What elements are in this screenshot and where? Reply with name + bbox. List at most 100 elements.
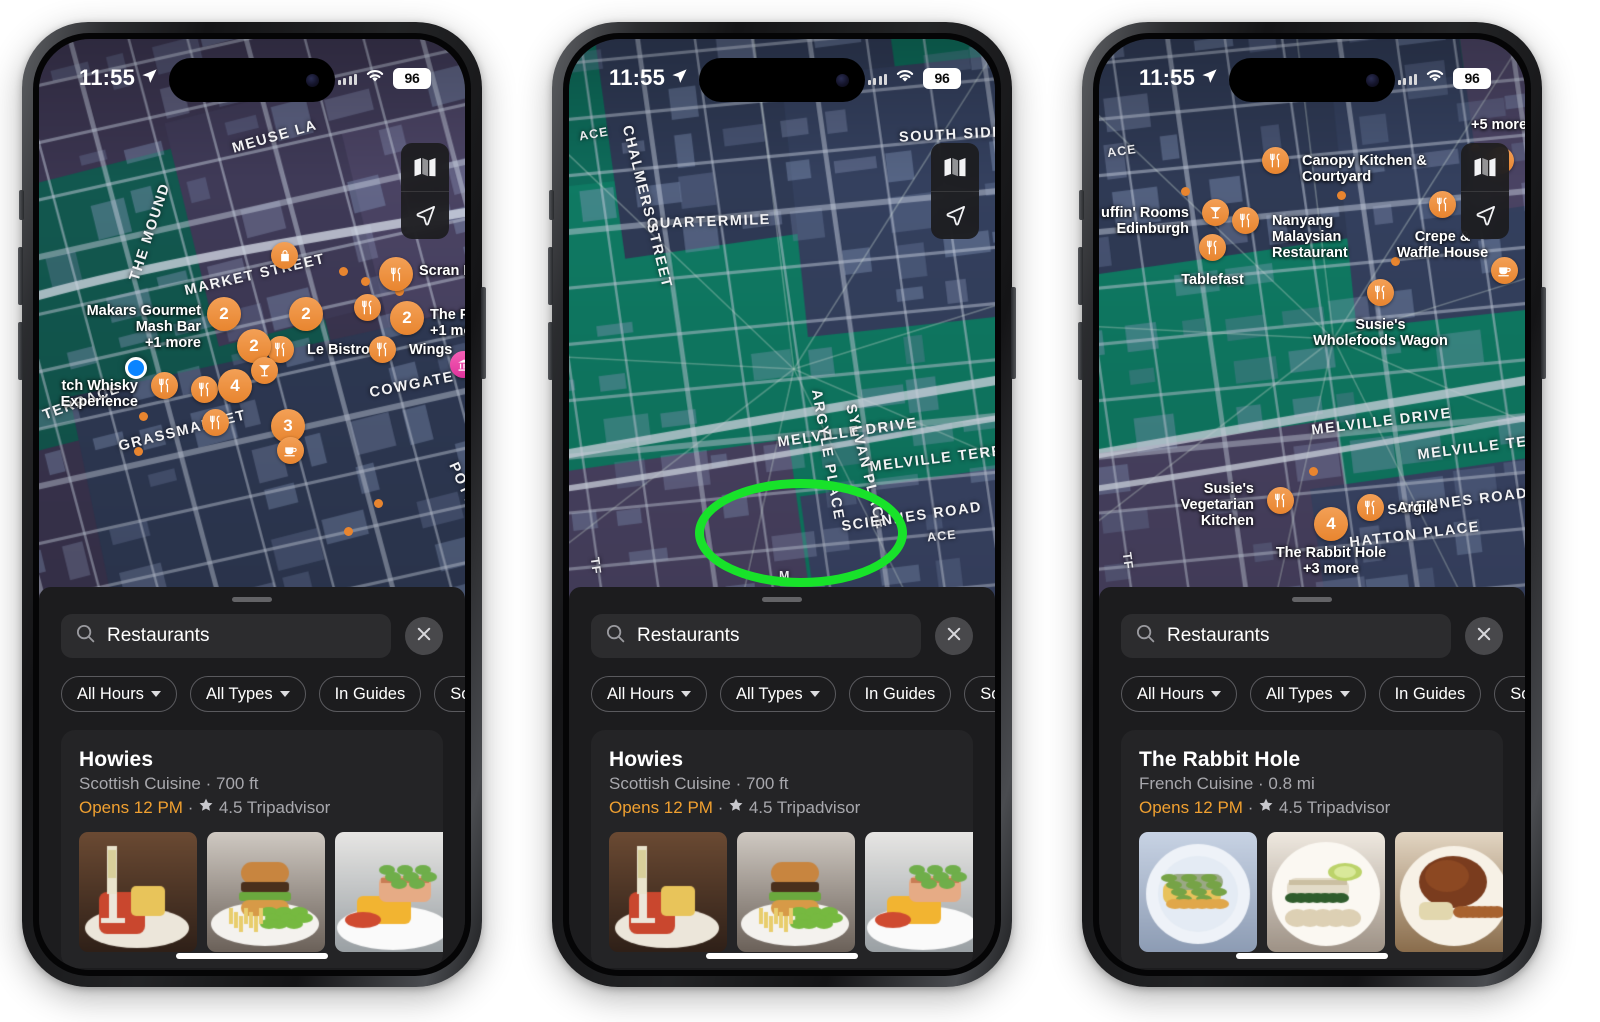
map-poi-dot[interactable]	[361, 277, 370, 286]
marker-pin-bar-icon[interactable]	[251, 357, 278, 384]
marker-pin-shop-icon[interactable]	[271, 242, 298, 269]
filter-chip-all-hours[interactable]: All Hours	[591, 676, 707, 712]
result-photo[interactable]	[737, 832, 855, 952]
volume-down-button[interactable]	[1078, 322, 1083, 380]
map-marker[interactable]: St Ce Hall	[450, 351, 465, 378]
marker-pin-cluster-icon[interactable]: 2	[390, 301, 424, 335]
result-photo[interactable]	[1267, 832, 1385, 952]
map-marker[interactable]: Nanyang Malaysian Restaurant	[1232, 207, 1348, 261]
marker-pin-cafe-icon[interactable]	[277, 437, 304, 464]
map-marker[interactable]: 2The Piper's R +1 more	[390, 301, 465, 339]
map-marker[interactable]: 2 Makars Gourmet Mash Bar +1 more	[87, 297, 241, 351]
marker-pin-cluster-icon[interactable]: 4	[1314, 507, 1348, 541]
result-photo[interactable]	[609, 832, 727, 952]
map-poi-dot[interactable]	[339, 267, 348, 276]
marker-pin-museum-icon[interactable]	[450, 351, 465, 378]
map-marker[interactable]: Susie's Vegetarian Kitchen	[1181, 481, 1294, 529]
marker-pin-cluster-icon[interactable]: 4	[218, 369, 252, 403]
map-layers-icon[interactable]	[1461, 143, 1509, 191]
map-marker[interactable]	[191, 376, 218, 403]
filter-chip-in-guides[interactable]: In Guides	[1378, 676, 1482, 712]
volume-up-button[interactable]	[1078, 247, 1083, 305]
map-view[interactable]: ACE MELVILLE DRIVE MELVILLE TERRACE SCIENNE…	[1099, 39, 1525, 599]
marker-pin-cluster-icon[interactable]: 2	[207, 297, 241, 331]
filter-chip-all-types[interactable]: All Types	[1249, 676, 1366, 712]
map-poi-dot[interactable]	[139, 412, 148, 421]
filter-chip-row[interactable]: All Hours All Types In Guides Sort by	[1099, 658, 1525, 712]
search-input[interactable]: Restaurants	[591, 614, 921, 658]
filter-chip-row[interactable]: All Hours All Types In Guides Sort by	[39, 658, 465, 712]
map-marker[interactable]	[202, 409, 229, 436]
search-input[interactable]: Restaurants	[1121, 614, 1451, 658]
filter-chip-in-guides[interactable]: In Guides	[848, 676, 952, 712]
map-marker[interactable]: Susie's Wholefoods Wagon	[1313, 279, 1448, 349]
result-photo[interactable]	[1395, 832, 1503, 952]
map-marker[interactable]	[251, 357, 278, 384]
filter-chip-in-guides[interactable]: In Guides	[318, 676, 422, 712]
map-poi-dot[interactable]	[1181, 187, 1190, 196]
map-poi-dot[interactable]	[134, 447, 143, 456]
map-marker[interactable]: tch Whisky Experience	[61, 372, 178, 410]
volume-up-button[interactable]	[18, 247, 23, 305]
result-photo-strip[interactable]	[591, 818, 973, 952]
search-results-sheet[interactable]: Restaurants All Hours All Types In Guides So…	[1099, 587, 1525, 970]
map-marker[interactable]: uffin' Rooms Edinburgh	[1101, 199, 1229, 237]
navigation-arrow-icon[interactable]	[1461, 191, 1509, 239]
navigation-arrow-icon[interactable]	[401, 191, 449, 239]
result-card[interactable]: Howies Scottish Cuisine · 700 ft Opens 12 …	[61, 730, 443, 968]
power-button[interactable]	[1011, 287, 1016, 379]
map-marker[interactable]	[277, 437, 304, 464]
marker-pin-bar-icon[interactable]	[1202, 199, 1229, 226]
marker-pin-fork-knife-icon[interactable]	[1357, 494, 1384, 521]
marker-pin-fork-knife-icon[interactable]	[1367, 279, 1394, 306]
marker-pin-fork-knife-icon[interactable]	[202, 409, 229, 436]
marker-pin-fork-knife-icon[interactable]	[369, 336, 396, 363]
filter-chip-all-types[interactable]: All Types	[719, 676, 836, 712]
filter-chip-sort-by[interactable]: Sort by	[1494, 676, 1525, 712]
map-layers-icon[interactable]	[401, 143, 449, 191]
marker-pin-cluster-icon[interactable]: 2	[289, 297, 323, 331]
volume-down-button[interactable]	[18, 322, 23, 380]
marker-pin-fork-knife-icon[interactable]	[1267, 487, 1294, 514]
silent-switch[interactable]	[549, 190, 554, 220]
result-photo[interactable]	[335, 832, 443, 952]
home-indicator[interactable]	[1236, 953, 1388, 959]
clear-search-button[interactable]	[1465, 617, 1503, 655]
home-indicator[interactable]	[176, 953, 328, 959]
result-photo[interactable]	[1139, 832, 1257, 952]
map-view[interactable]: THE MOUND MARKET STREET MEUSE LA COWGATE GRA…	[39, 39, 465, 599]
map-view[interactable]: QUARTERMILE SOUTH SIDE ACE CHALMERS STREET M…	[569, 39, 995, 599]
volume-up-button[interactable]	[548, 247, 553, 305]
silent-switch[interactable]	[1079, 190, 1084, 220]
marker-pin-fork-knife-icon[interactable]	[379, 257, 413, 291]
navigation-arrow-icon[interactable]	[931, 191, 979, 239]
sheet-grabber[interactable]	[1292, 597, 1332, 602]
volume-down-button[interactable]	[548, 322, 553, 380]
map-poi-dot[interactable]	[374, 499, 383, 508]
filter-chip-all-hours[interactable]: All Hours	[61, 676, 177, 712]
marker-pin-fork-knife-icon[interactable]	[1262, 147, 1289, 174]
map-poi-dot[interactable]	[1309, 467, 1318, 476]
map-marker[interactable]	[354, 294, 381, 321]
result-photo-strip[interactable]	[61, 818, 443, 952]
filter-chip-row[interactable]: All Hours All Types In Guides Sort by	[569, 658, 995, 712]
search-input[interactable]: Restaurants	[61, 614, 391, 658]
map-marker[interactable]: Crepe & Waffle House	[1397, 191, 1488, 261]
map-marker[interactable]: Argile	[1357, 494, 1438, 521]
silent-switch[interactable]	[19, 190, 24, 220]
filter-chip-sort-by[interactable]: Sort by	[964, 676, 995, 712]
marker-pin-fork-knife-icon[interactable]	[354, 294, 381, 321]
map-layers-icon[interactable]	[931, 143, 979, 191]
map-marker[interactable]: 2	[289, 297, 323, 331]
map-marker[interactable]: Tablefast	[1181, 234, 1244, 288]
map-marker[interactable]: Canopy Kitchen & Courtyard	[1262, 147, 1427, 185]
search-results-sheet[interactable]: Restaurants All Hours All Types In Guides So…	[569, 587, 995, 970]
marker-pin-fork-knife-icon[interactable]	[1429, 191, 1456, 218]
map-marker[interactable]: Press Cof	[1491, 257, 1518, 284]
map-marker[interactable]: 4	[218, 369, 252, 403]
map-marker[interactable]	[271, 242, 298, 269]
sheet-grabber[interactable]	[762, 597, 802, 602]
result-card[interactable]: The Rabbit Hole French Cuisine · 0.8 mi Op…	[1121, 730, 1503, 968]
marker-pin-fork-knife-icon[interactable]	[1199, 234, 1226, 261]
clear-search-button[interactable]	[405, 617, 443, 655]
